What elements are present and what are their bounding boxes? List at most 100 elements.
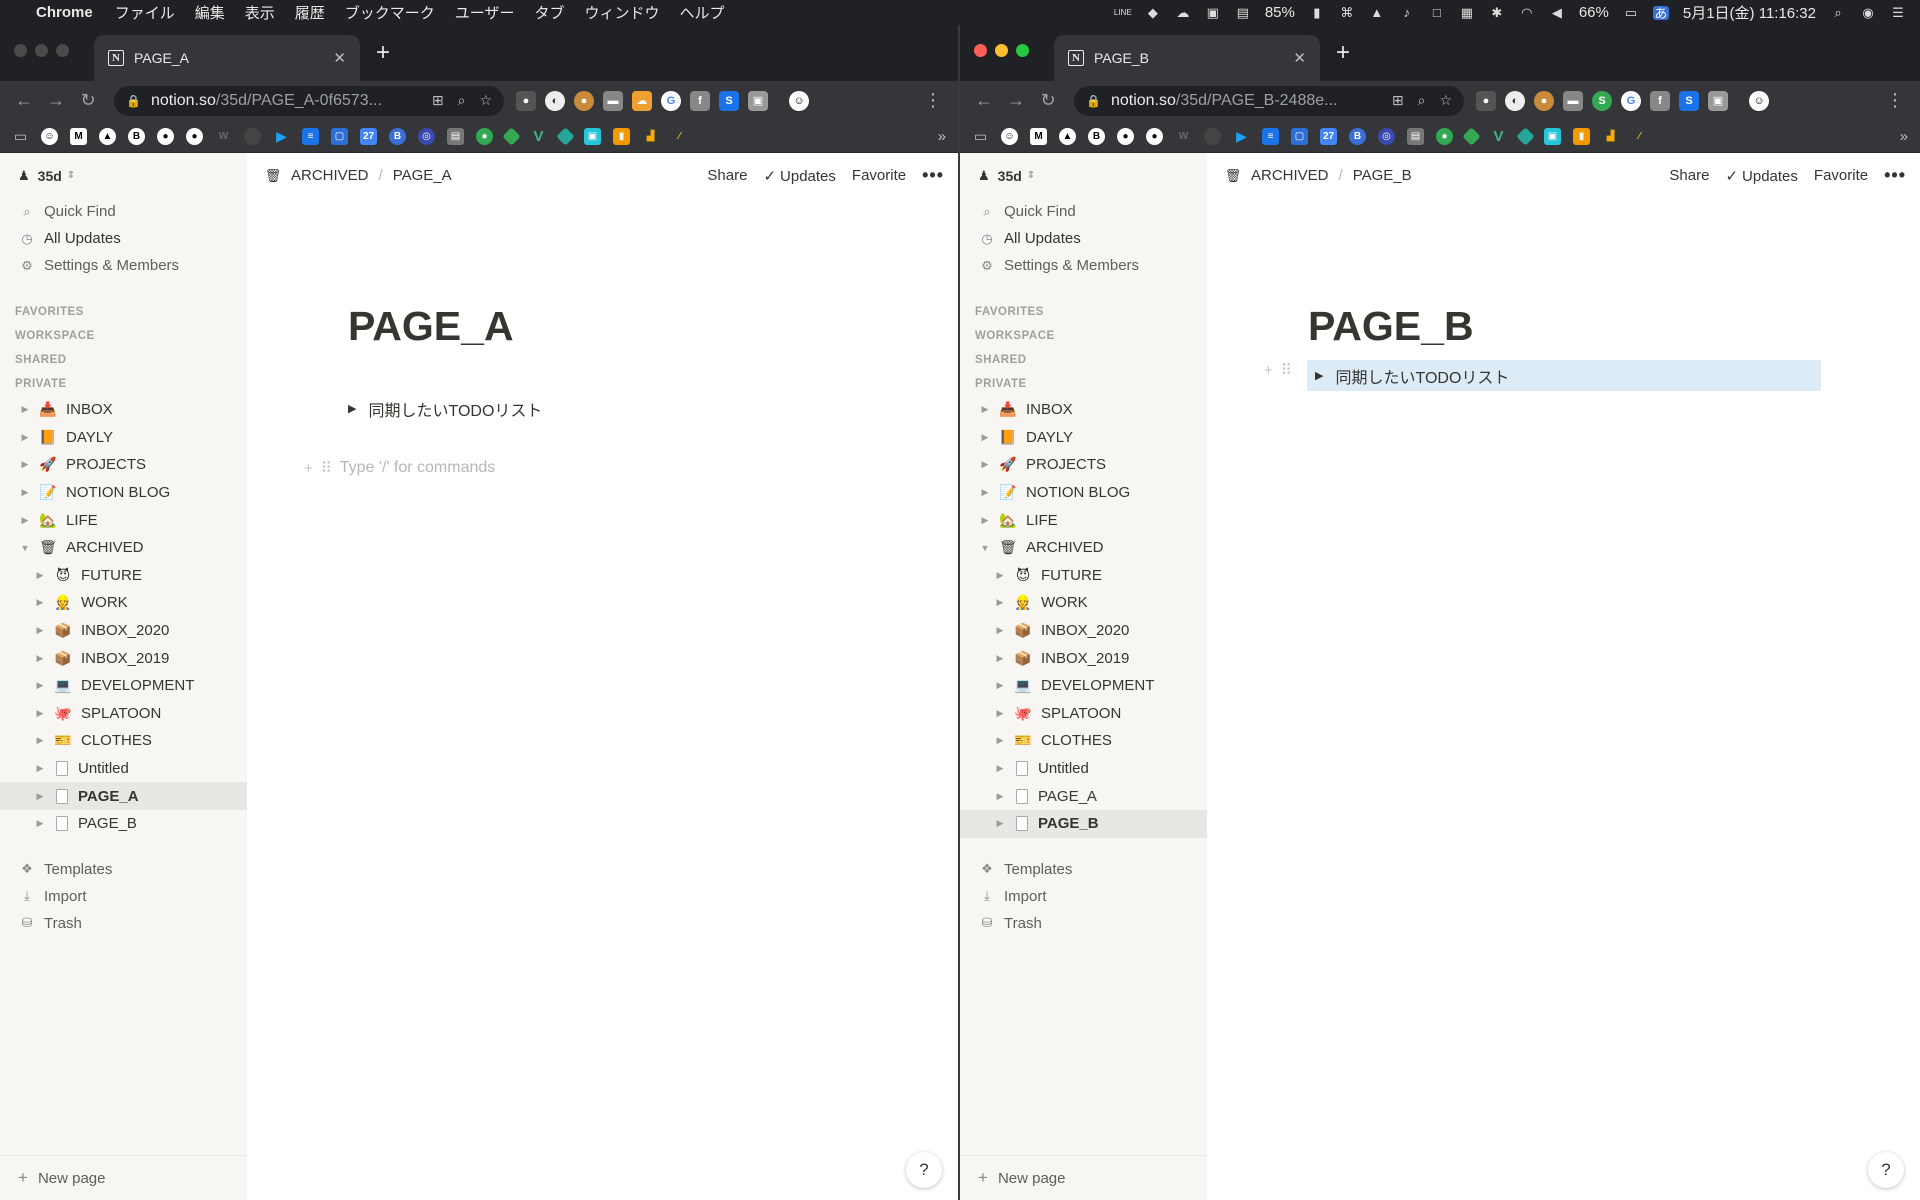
input-method-icon[interactable]: あ (1652, 5, 1669, 21)
expand-arrow-icon[interactable]: ▶ (33, 625, 47, 636)
minimize-window-icon[interactable] (35, 44, 48, 57)
sidebar-item-work[interactable]: ▶ 👷 WORK (0, 589, 247, 617)
address-bar[interactable]: 🔒 notion.so/35d/PAGE_B-2488e... ⊞ ⌕ ☆ (1074, 85, 1464, 116)
toggle-triangle-icon[interactable]: ▶ (348, 402, 356, 415)
cookie-icon[interactable]: ● (574, 90, 594, 111)
menu-tab[interactable]: タブ (534, 2, 564, 23)
templates-button[interactable]: ❖ Templates (960, 856, 1207, 883)
bookmark-blue-icon[interactable]: ▢ (331, 127, 348, 145)
zoom-icon[interactable]: ⌕ (458, 92, 466, 109)
sidebar-item-future[interactable]: ▶ 😈 FUTURE (960, 562, 1207, 590)
creative-cloud-icon[interactable]: ☁ (1175, 5, 1191, 20)
page-title[interactable]: PAGE_B (1308, 303, 1474, 350)
folder-icon[interactable]: ▭ (972, 128, 989, 145)
browser-tab[interactable]: N PAGE_B ✕ (1054, 35, 1320, 81)
close-tab-icon[interactable]: ✕ (333, 49, 346, 67)
chat-green-icon[interactable]: ● (1436, 127, 1453, 145)
expand-arrow-icon[interactable]: ▶ (978, 459, 992, 470)
bookmark-teal-icon[interactable]: ▣ (584, 127, 601, 145)
expand-arrow-icon[interactable]: ▶ (993, 653, 1007, 664)
workspace-switcher[interactable]: ♟ 35d ⇕ (0, 153, 247, 198)
facebook-icon[interactable]: f (1650, 90, 1670, 111)
expand-arrow-icon[interactable]: ▶ (993, 818, 1007, 829)
expand-arrow-icon[interactable]: ▶ (978, 487, 992, 498)
import-button[interactable]: ⤓ Import (960, 883, 1207, 910)
drag-handle-icon[interactable]: ⠿ (321, 459, 332, 477)
line-icon[interactable]: LINE (1114, 6, 1132, 20)
help-button[interactable]: ? (906, 1152, 942, 1188)
bookmark-b-blue-icon[interactable]: B (1349, 127, 1366, 145)
address-bar[interactable]: 🔒 notion.so/35d/PAGE_A-0f6573... ⊞ ⌕ ☆ (114, 85, 504, 116)
zoom-icon[interactable]: ⌕ (1418, 92, 1426, 109)
lock-icon[interactable]: 🔒 (126, 94, 141, 108)
briefcase-icon[interactable]: ▣ (748, 90, 768, 111)
menu-history[interactable]: 履歴 (295, 2, 325, 23)
stack-icon[interactable]: ≡ (302, 127, 319, 145)
expand-arrow-icon[interactable]: ▶ (993, 708, 1007, 719)
github-icon-2[interactable]: ● (1146, 127, 1163, 145)
diamond-teal-icon[interactable] (556, 126, 575, 146)
sidebar-item-inbox[interactable]: ▶ 📥 INBOX (0, 396, 247, 424)
s-extension-icon[interactable]: S (719, 90, 739, 111)
mouse-icon[interactable]: ▮ (1309, 5, 1325, 20)
app-menu-chrome[interactable]: Chrome (36, 4, 93, 21)
siri-icon[interactable]: ◉ (1860, 5, 1876, 20)
medium-icon[interactable]: M (1030, 127, 1047, 145)
expand-arrow-icon[interactable]: ▶ (993, 791, 1007, 802)
google-icon[interactable]: G (1621, 90, 1641, 111)
profile-avatar-icon[interactable]: ☺ (789, 90, 809, 111)
bookmark-avatar-icon[interactable]: ☺ (1001, 127, 1018, 145)
folder-icon[interactable]: ▭ (12, 128, 29, 145)
trash-button[interactable]: ⛁ Trash (960, 910, 1207, 937)
sidebar-item-untitled[interactable]: ▶ Untitled (0, 755, 247, 783)
browser-menu-icon[interactable]: ⋮ (1886, 90, 1912, 111)
collapse-arrow-icon[interactable]: ▼ (978, 543, 992, 553)
all-updates-button[interactable]: ◷ All Updates (960, 225, 1207, 252)
extension-1-icon[interactable]: ● (1476, 90, 1496, 111)
github-icon[interactable]: ● (1117, 127, 1134, 145)
battery-icon[interactable]: ▭ (1623, 5, 1639, 20)
favorite-button[interactable]: Favorite (1814, 167, 1868, 184)
collapse-arrow-icon[interactable]: ▼ (18, 543, 32, 553)
sidebar-item-inbox[interactable]: ▶ 📥 INBOX (960, 396, 1207, 424)
page-title[interactable]: PAGE_A (348, 303, 514, 350)
new-page-button[interactable]: + New page (960, 1155, 1207, 1200)
bookmark-dark-icon[interactable] (244, 127, 261, 145)
sidebar-item-archived[interactable]: ▼ 🗑 ARCHIVED (960, 534, 1207, 562)
chat-icon[interactable]: ▬ (1563, 90, 1583, 111)
settings-button[interactable]: ⚙ Settings & Members (0, 252, 247, 279)
expand-arrow-icon[interactable]: ▶ (978, 515, 992, 526)
sidebar-item-dayly[interactable]: ▶ 📙 DAYLY (0, 424, 247, 452)
s-green-icon[interactable]: S (1592, 90, 1612, 111)
back-arrow-icon[interactable]: ← (8, 90, 40, 111)
updates-button[interactable]: ✓ Updates (763, 167, 835, 185)
sidebar-item-page-b[interactable]: ▶ PAGE_B (960, 809, 1207, 838)
sidebar-item-projects[interactable]: ▶ 🚀 PROJECTS (0, 451, 247, 479)
expand-arrow-icon[interactable]: ▶ (978, 432, 992, 443)
sidebar-item-notion-blog[interactable]: ▶ 📝 NOTION BLOG (960, 479, 1207, 507)
breadcrumb-archived[interactable]: ARCHIVED (1251, 167, 1329, 184)
extension-2-icon[interactable]: ◐ (545, 90, 565, 111)
expand-arrow-icon[interactable]: ▶ (993, 735, 1007, 746)
spotlight-icon[interactable]: ⌕ (1830, 5, 1846, 20)
bookmark-circle-icon[interactable]: ◎ (418, 127, 435, 145)
more-bookmarks-icon[interactable]: » (1900, 128, 1908, 145)
maximize-window-icon[interactable] (56, 44, 69, 57)
quick-find-button[interactable]: ⌕ Quick Find (0, 198, 247, 225)
translate-icon[interactable]: ⊞ (432, 92, 444, 109)
diamond-teal-icon[interactable] (1516, 126, 1535, 146)
store-icon[interactable]: ▤ (1407, 127, 1424, 145)
expand-arrow-icon[interactable]: ▶ (18, 487, 32, 498)
bluetooth-icon[interactable]: ✱ (1489, 5, 1505, 20)
maximize-window-icon[interactable] (1016, 44, 1029, 57)
vue-icon[interactable]: V (1490, 128, 1507, 145)
section-shared[interactable]: SHARED (960, 348, 1207, 372)
breadcrumb-archived[interactable]: ARCHIVED (291, 167, 369, 184)
bookmark-triangle-icon[interactable]: ▲ (99, 127, 116, 145)
more-options-icon[interactable]: ••• (1884, 165, 1906, 186)
bookmark-circle-icon[interactable]: ◎ (1378, 127, 1395, 145)
bookmark-dark-icon[interactable] (1204, 127, 1221, 145)
store-icon[interactable]: ▤ (447, 127, 464, 145)
menu-edit[interactable]: 編集 (195, 2, 225, 23)
plus-icon[interactable]: + (1264, 362, 1273, 379)
